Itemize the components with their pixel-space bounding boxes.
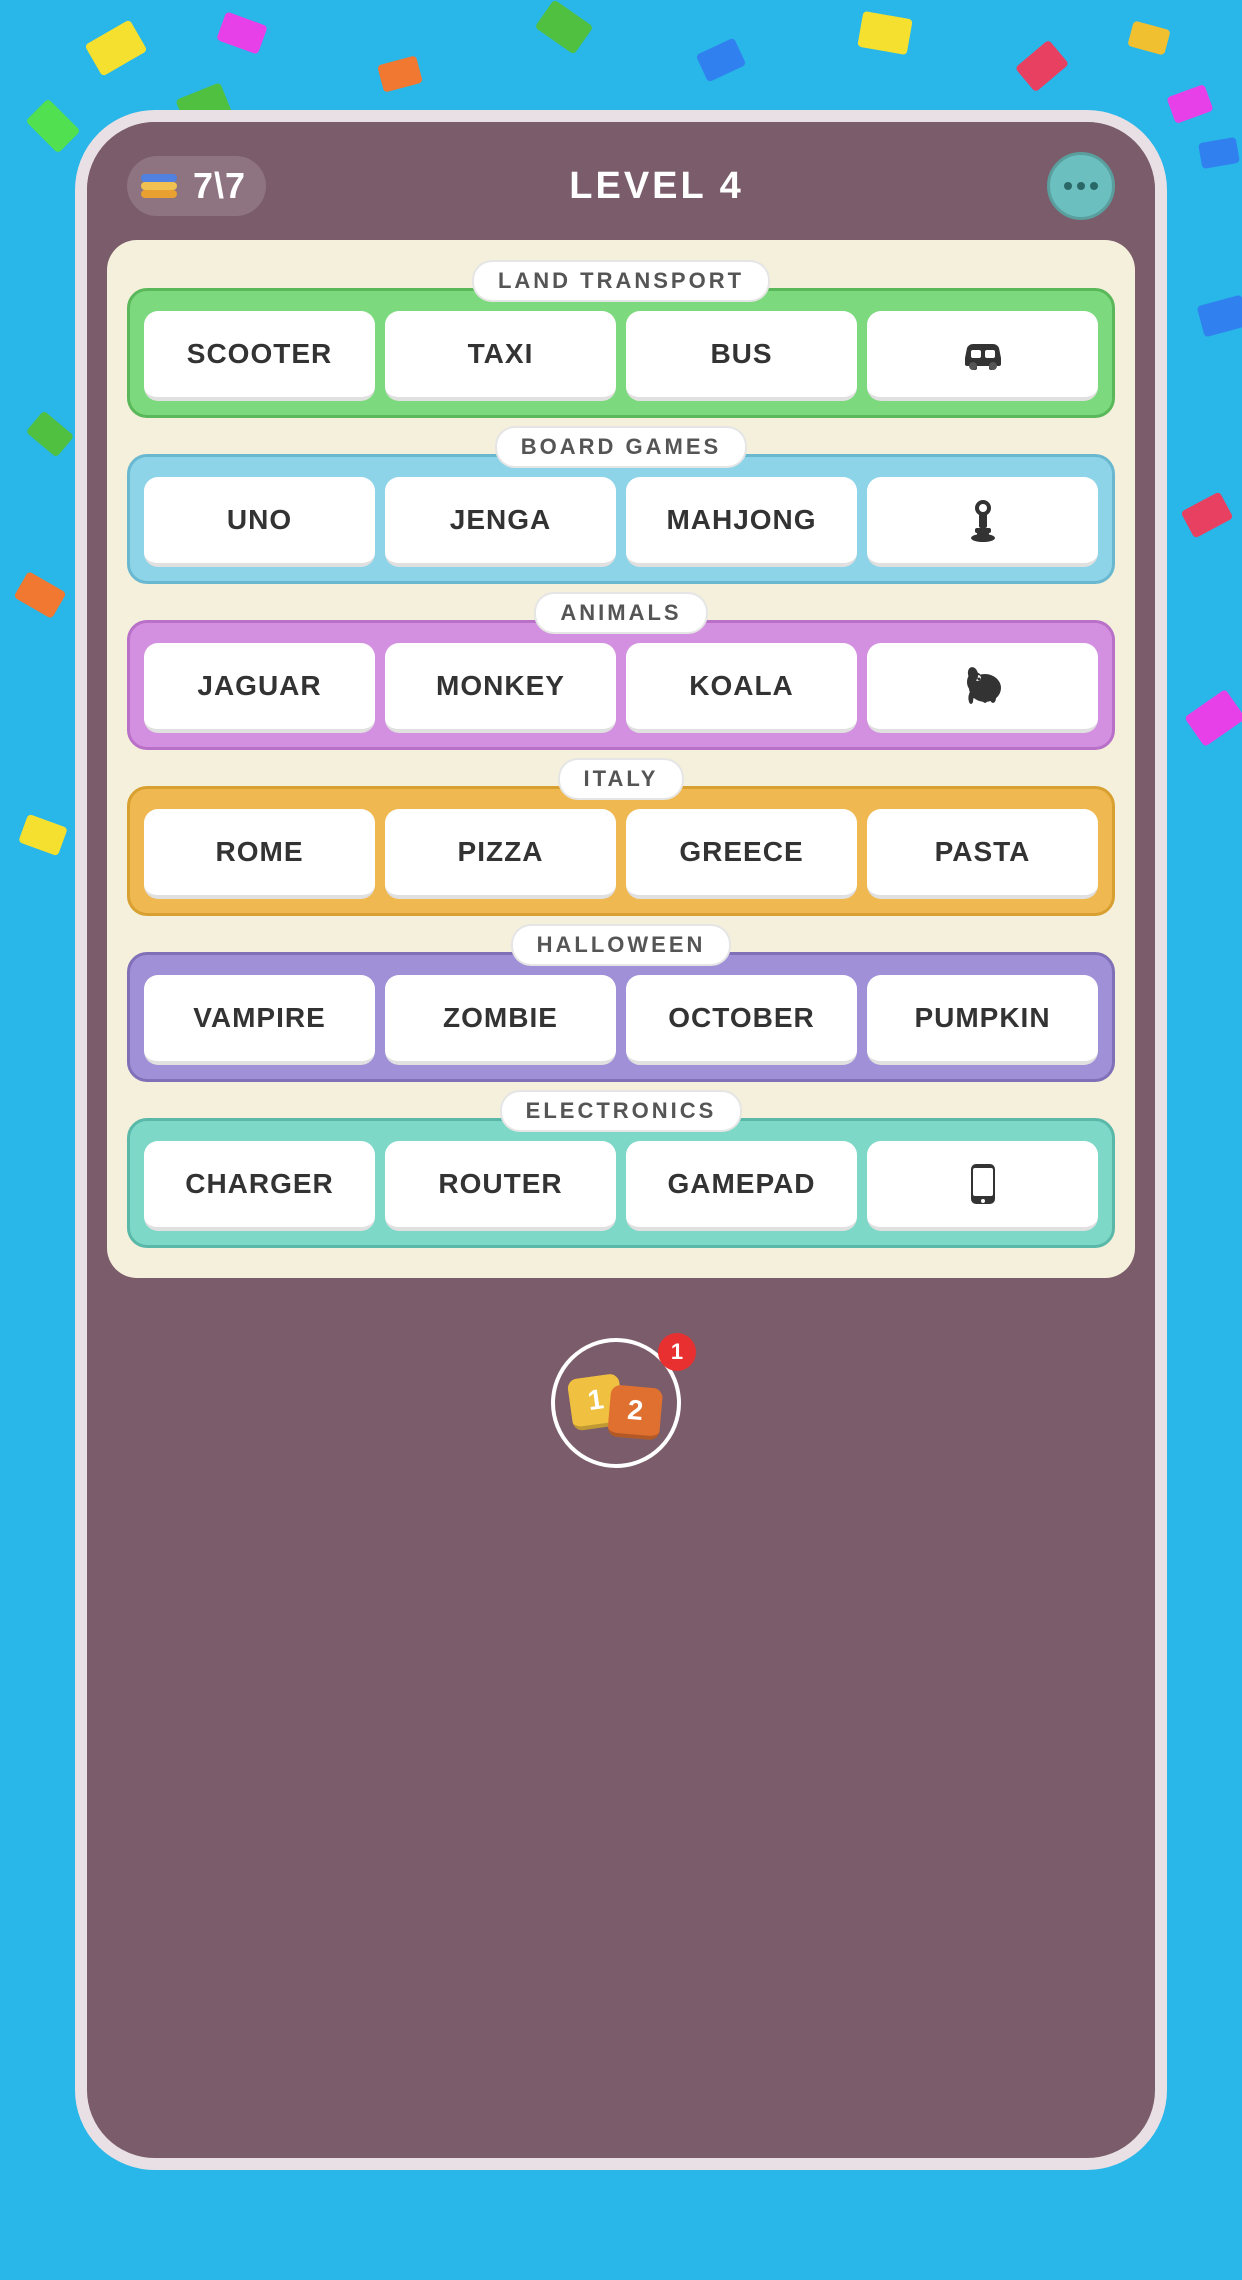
menu-dots (1064, 182, 1098, 190)
tile-uno[interactable]: UNO (144, 477, 375, 567)
tile-jenga[interactable]: JENGA (385, 477, 616, 567)
confetti (18, 814, 68, 857)
tile-taxi[interactable]: TAXI (385, 311, 616, 401)
header: 7\7 LEVEL 4 (87, 122, 1155, 240)
confetti (216, 11, 268, 54)
menu-dot (1064, 182, 1072, 190)
menu-dot (1090, 182, 1098, 190)
confetti (1198, 137, 1240, 169)
category-row-halloween: VAMPIRE ZOMBIE OCTOBER PUMPKIN (127, 952, 1115, 1082)
elephant-icon (957, 660, 1009, 712)
tile-router[interactable]: ROUTER (385, 1141, 616, 1231)
tile-gamepad[interactable]: GAMEPAD (626, 1141, 857, 1231)
category-label-electronics: ELECTRONICS (500, 1090, 743, 1132)
tile-pizza[interactable]: PIZZA (385, 809, 616, 899)
chess-icon (957, 494, 1009, 546)
category-label-animals: ANIMALS (534, 592, 707, 634)
category-land-transport: LAND TRANSPORT SCOOTER TAXI BUS (127, 260, 1115, 418)
bottom-section: 1 1 2 (87, 1278, 1155, 1478)
tile-zombie[interactable]: ZOMBIE (385, 975, 616, 1065)
confetti (84, 19, 147, 76)
confetti (857, 11, 912, 55)
category-board-games: BOARD GAMES UNO JENGA MAHJONG (127, 426, 1115, 584)
confetti (1184, 689, 1242, 747)
category-row-board-games: UNO JENGA MAHJONG (127, 454, 1115, 584)
notification-badge: 1 (658, 1333, 696, 1371)
dice-tile-2: 2 (607, 1384, 663, 1440)
level-title: LEVEL 4 (569, 165, 743, 208)
category-row-electronics: CHARGER ROUTER GAMEPAD (127, 1118, 1115, 1248)
tile-koala[interactable]: KOALA (626, 643, 857, 733)
tile-bus[interactable]: BUS (626, 311, 857, 401)
category-row-italy: ROME PIZZA GREECE PASTA (127, 786, 1115, 916)
tile-scooter[interactable]: SCOOTER (144, 311, 375, 401)
category-row-animals: JAGUAR MONKEY KOALA (127, 620, 1115, 750)
category-label-halloween: HALLOWEEN (511, 924, 732, 966)
layers-icon (137, 164, 181, 208)
confetti (25, 98, 80, 153)
category-italy: ITALY ROME PIZZA GREECE PASTA (127, 758, 1115, 916)
confetti (535, 0, 594, 55)
game-board: LAND TRANSPORT SCOOTER TAXI BUS BOA (107, 240, 1135, 1278)
notification-count: 1 (671, 1339, 683, 1365)
confetti (696, 38, 747, 83)
category-label-board-games: BOARD GAMES (495, 426, 747, 468)
tile-elephant-icon[interactable] (867, 643, 1098, 733)
dice-button[interactable]: 1 1 2 (551, 1338, 691, 1478)
tile-greece[interactable]: GREECE (626, 809, 857, 899)
tile-phone-icon[interactable] (867, 1141, 1098, 1231)
category-label-land-transport: LAND TRANSPORT (472, 260, 770, 302)
score-display: 7\7 (193, 165, 246, 207)
confetti (13, 571, 66, 619)
category-halloween: HALLOWEEN VAMPIRE ZOMBIE OCTOBER PUMPKIN (127, 924, 1115, 1082)
category-row-land-transport: SCOOTER TAXI BUS (127, 288, 1115, 418)
category-animals: ANIMALS JAGUAR MONKEY KOALA (127, 592, 1115, 750)
tile-chess-icon[interactable] (867, 477, 1098, 567)
confetti (1181, 491, 1234, 538)
confetti (1197, 295, 1242, 338)
menu-dot (1077, 182, 1085, 190)
car-icon (957, 328, 1009, 380)
confetti (377, 55, 423, 92)
tile-jaguar[interactable]: JAGUAR (144, 643, 375, 733)
tile-vampire[interactable]: VAMPIRE (144, 975, 375, 1065)
phone-icon (957, 1158, 1009, 1210)
tile-pumpkin[interactable]: PUMPKIN (867, 975, 1098, 1065)
category-label-italy: ITALY (558, 758, 685, 800)
phone-frame: 7\7 LEVEL 4 LAND TRANSPORT SCOOTER TAXI … (75, 110, 1167, 2170)
category-electronics: ELECTRONICS CHARGER ROUTER GAMEPAD (127, 1090, 1115, 1248)
tile-october[interactable]: OCTOBER (626, 975, 857, 1065)
dice-tiles: 1 2 (564, 1377, 668, 1429)
tile-monkey[interactable]: MONKEY (385, 643, 616, 733)
confetti (1015, 40, 1069, 93)
score-badge: 7\7 (127, 156, 266, 216)
tile-charger[interactable]: CHARGER (144, 1141, 375, 1231)
tile-rome[interactable]: ROME (144, 809, 375, 899)
confetti (1127, 21, 1170, 56)
confetti (26, 410, 75, 457)
tile-car-icon[interactable] (867, 311, 1098, 401)
tile-mahjong[interactable]: MAHJONG (626, 477, 857, 567)
menu-button[interactable] (1047, 152, 1115, 220)
confetti (1166, 84, 1213, 124)
tile-pasta[interactable]: PASTA (867, 809, 1098, 899)
